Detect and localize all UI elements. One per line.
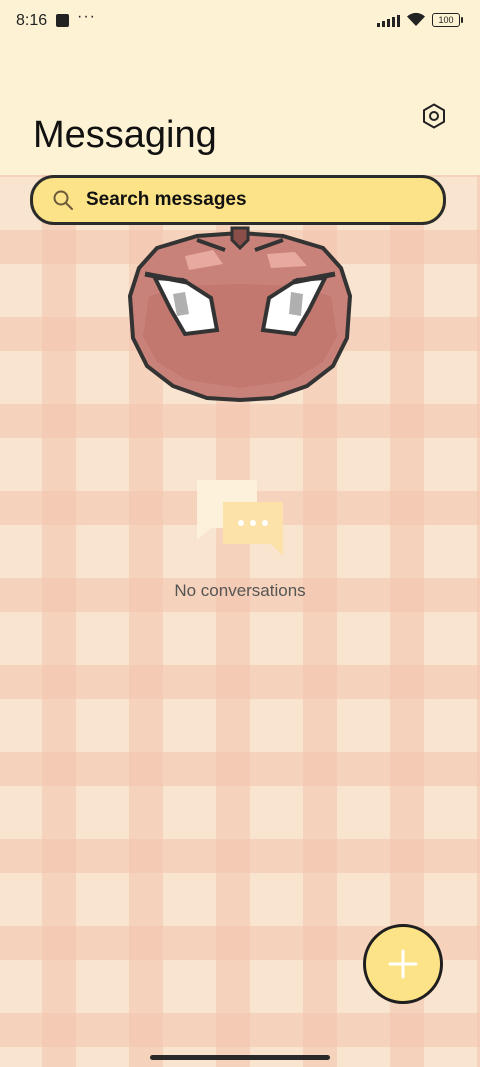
angry-tomato-mascot-image bbox=[127, 226, 353, 402]
empty-state-message: No conversations bbox=[174, 581, 306, 600]
wifi-icon bbox=[407, 12, 425, 26]
status-bar: 8:16 ··· 100 bbox=[0, 0, 480, 44]
chat-bubbles-icon bbox=[197, 480, 283, 556]
search-bar[interactable]: Search messages bbox=[30, 175, 446, 225]
plus-icon bbox=[388, 949, 418, 979]
search-icon bbox=[52, 189, 74, 211]
status-indicators: 100 bbox=[377, 12, 463, 27]
status-time: 8:16 bbox=[16, 12, 48, 29]
battery-icon: 100 bbox=[432, 12, 463, 27]
settings-button[interactable] bbox=[418, 100, 450, 132]
settings-hexagon-icon bbox=[423, 103, 445, 129]
home-indicator[interactable] bbox=[150, 1055, 330, 1060]
page-title: Messaging bbox=[33, 114, 217, 156]
signal-icon bbox=[377, 13, 400, 27]
more-notifications-icon: ··· bbox=[77, 8, 96, 25]
new-conversation-button[interactable] bbox=[363, 924, 443, 1004]
notification-square-icon bbox=[56, 14, 69, 27]
search-placeholder: Search messages bbox=[86, 189, 247, 210]
